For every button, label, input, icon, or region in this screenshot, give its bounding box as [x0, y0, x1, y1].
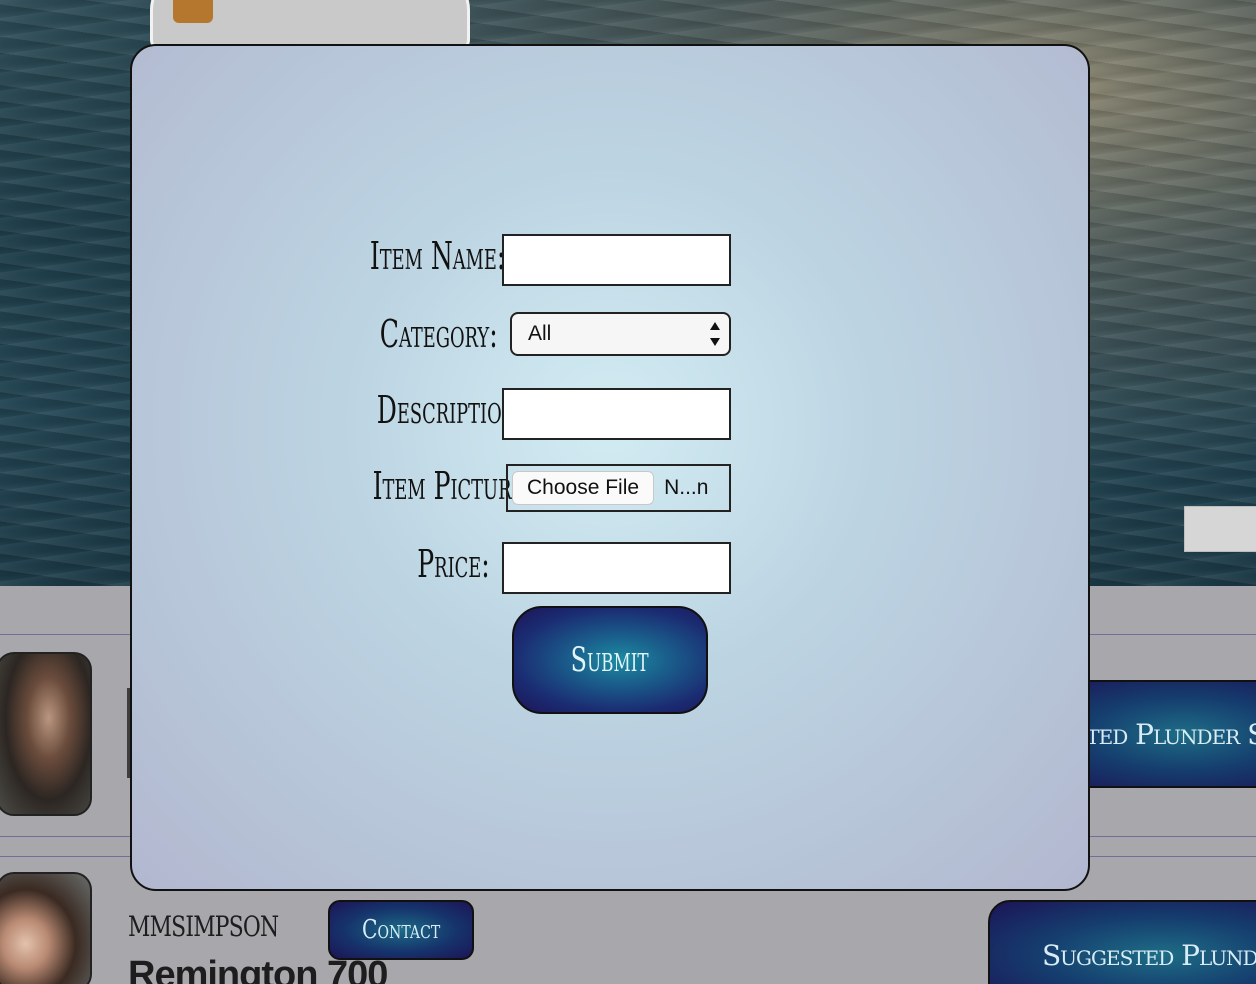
- category-label: Category:: [380, 312, 498, 356]
- submit-button-label: Submit: [571, 640, 649, 680]
- description-label: Description:: [376, 388, 526, 432]
- item-name-label: Item Name:: [369, 234, 506, 278]
- select-arrows-icon: [709, 322, 721, 346]
- treasure-chest-logo: [150, 0, 470, 50]
- item-name-input[interactable]: [502, 234, 731, 286]
- listing-item-title: Remington 700: [128, 954, 388, 984]
- price-input[interactable]: [502, 542, 731, 594]
- category-selected-value: All: [528, 322, 552, 345]
- submit-button[interactable]: Submit: [512, 606, 708, 714]
- plunder-button-label: Suggested Plunder Spots: [1042, 938, 1256, 972]
- suggested-plunder-spots-button[interactable]: Suggested Plunder Spots: [988, 900, 1256, 984]
- item-picture-file-input[interactable]: Choose File N...n: [506, 464, 731, 512]
- seller-username: mmsimpson: [128, 900, 279, 946]
- category-select[interactable]: All: [510, 312, 731, 356]
- item-picture-label: Item Picture:: [372, 464, 533, 508]
- choose-file-button[interactable]: Choose File: [512, 471, 655, 505]
- description-input[interactable]: [502, 388, 731, 440]
- price-label: Price:: [417, 542, 490, 586]
- header-side-input[interactable]: [1184, 506, 1256, 552]
- seller-avatar[interactable]: [0, 872, 92, 984]
- seller-avatar[interactable]: [0, 652, 92, 816]
- contact-button-label: Contact: [361, 915, 441, 945]
- selected-file-name: N...n: [664, 476, 709, 499]
- contact-button[interactable]: Contact: [328, 900, 474, 960]
